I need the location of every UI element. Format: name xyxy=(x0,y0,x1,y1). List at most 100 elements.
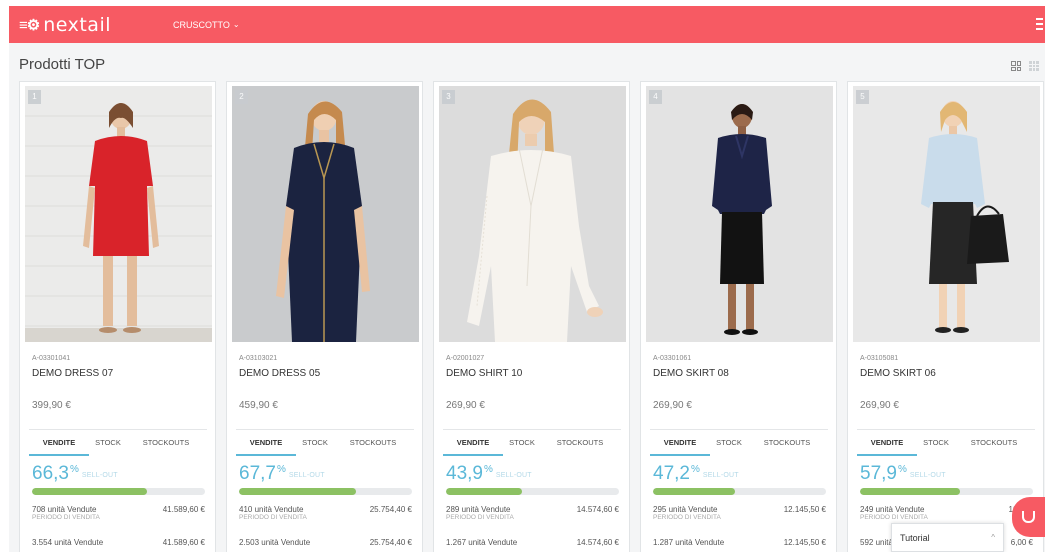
period-label: PERIODO DI VENDITA xyxy=(653,514,721,521)
tab-stockouts[interactable]: STOCKOUTS xyxy=(342,430,404,456)
units-sold-period: 708 unità Vendute xyxy=(32,505,97,514)
product-image[interactable]: 3 xyxy=(439,86,626,342)
sellout-progress-fill xyxy=(239,488,357,495)
units-sold-period: 249 unità Vendute xyxy=(860,505,925,514)
product-name[interactable]: DEMO DRESS 07 xyxy=(32,368,113,379)
view-toggle xyxy=(1011,61,1039,71)
sellout-value: 66,3 xyxy=(32,463,69,484)
revenue-total: 41.589,60 € xyxy=(162,538,205,547)
sellout-percent-sign: % xyxy=(483,464,493,475)
product-image[interactable]: 5 xyxy=(853,86,1040,342)
product-card[interactable]: 4 A-03301061 DEMO SKIRT 08 269,90 € VEND… xyxy=(640,81,837,552)
product-name[interactable]: DEMO DRESS 05 xyxy=(239,368,320,379)
product-price: 269,90 € xyxy=(446,400,485,411)
product-name[interactable]: DEMO SHIRT 10 xyxy=(446,368,522,379)
product-price: 399,90 € xyxy=(32,400,71,411)
product-sku: A-03103021 xyxy=(239,355,278,362)
units-sold-total: 1.287 unità Vendute xyxy=(653,538,725,547)
product-price: 459,90 € xyxy=(239,400,278,411)
sellout-metric: 57,9 % SELL-OUT xyxy=(860,464,946,484)
revenue-period: 12.145,50 € xyxy=(783,505,826,514)
tab-stockouts[interactable]: STOCKOUTS xyxy=(756,430,818,456)
sellout-progress-bar xyxy=(446,488,619,495)
metric-tabs: VENDITE STOCK STOCKOUTS xyxy=(857,429,1035,456)
revenue-total: 14.574,60 € xyxy=(576,538,619,547)
product-sku: A-03105081 xyxy=(860,355,899,362)
rank-badge: 3 xyxy=(442,90,455,104)
units-sold-total: 3.554 unità Vendute xyxy=(32,538,104,547)
hamburger-menu-icon[interactable] xyxy=(1036,18,1043,30)
rank-badge: 1 xyxy=(28,90,41,104)
tab-stock[interactable]: STOCK xyxy=(503,430,541,456)
tab-stock[interactable]: STOCK xyxy=(89,430,127,456)
units-sold-total: 592 unità xyxy=(860,538,893,547)
tab-stockouts[interactable]: STOCKOUTS xyxy=(549,430,611,456)
metric-tabs: VENDITE STOCK STOCKOUTS xyxy=(650,429,828,456)
sellout-percent-sign: % xyxy=(276,464,286,475)
rank-badge: 5 xyxy=(856,90,869,104)
sellout-percent-sign: % xyxy=(69,464,79,475)
logo[interactable]: ≡⚙ nextail xyxy=(19,14,111,36)
tab-stockouts[interactable]: STOCKOUTS xyxy=(963,430,1025,456)
revenue-total: 12.145,50 € xyxy=(783,538,826,547)
tab-stock[interactable]: STOCK xyxy=(917,430,955,456)
chat-icon xyxy=(1022,511,1035,523)
tab-stock[interactable]: STOCK xyxy=(710,430,748,456)
product-card[interactable]: 1 A-03301041 DEMO DRESS 07 399,90 € VEND… xyxy=(19,81,216,552)
sellout-progress-fill xyxy=(446,488,522,495)
product-card[interactable]: 5 A-03105081 DEMO SKIRT 06 269,90 € VEND… xyxy=(847,81,1044,552)
sellout-percent-sign: % xyxy=(690,464,700,475)
tab-vendite[interactable]: VENDITE xyxy=(443,430,503,456)
sellout-label: SELL-OUT xyxy=(495,472,532,479)
tab-stock[interactable]: STOCK xyxy=(296,430,334,456)
chevron-up-icon: ^ xyxy=(991,533,995,542)
grid-view-icon[interactable] xyxy=(1011,61,1021,71)
product-cards: 1 A-03301041 DEMO DRESS 07 399,90 € VEND… xyxy=(19,81,1044,552)
product-image[interactable]: 4 xyxy=(646,86,833,342)
product-image[interactable]: 2 xyxy=(232,86,419,342)
sellout-progress-fill xyxy=(32,488,147,495)
period-label: PERIODO DI VENDITA xyxy=(860,514,928,521)
cruscotto-label: CRUSCOTTO xyxy=(173,19,230,30)
metric-tabs: VENDITE STOCK STOCKOUTS xyxy=(443,429,621,456)
product-card[interactable]: 2 A-03103021 DEMO DRESS 05 459,90 € VEND… xyxy=(226,81,423,552)
chat-button[interactable] xyxy=(1012,497,1045,537)
tab-vendite[interactable]: VENDITE xyxy=(236,430,296,456)
tab-vendite[interactable]: VENDITE xyxy=(857,430,917,456)
period-label: PERIODO DI VENDITA xyxy=(239,514,307,521)
metric-tabs: VENDITE STOCK STOCKOUTS xyxy=(236,429,414,456)
metric-tabs: VENDITE STOCK STOCKOUTS xyxy=(29,429,207,456)
units-sold-total: 2.503 unità Vendute xyxy=(239,538,311,547)
revenue-period: 25.754,40 € xyxy=(369,505,412,514)
period-label: PERIODO DI VENDITA xyxy=(32,514,100,521)
tutorial-label: Tutorial xyxy=(900,532,930,543)
period-label: PERIODO DI VENDITA xyxy=(446,514,514,521)
cruscotto-menu[interactable]: CRUSCOTTO ⌄ xyxy=(173,20,240,30)
product-name[interactable]: DEMO SKIRT 08 xyxy=(653,368,729,379)
product-card[interactable]: 3 A-02001027 DEMO SHIRT 10 269,90 € VEND… xyxy=(433,81,630,552)
sellout-progress-fill xyxy=(860,488,961,495)
units-sold-period: 295 unità Vendute xyxy=(653,505,718,514)
sellout-metric: 47,2 % SELL-OUT xyxy=(653,464,739,484)
sellout-label: SELL-OUT xyxy=(81,472,118,479)
product-name[interactable]: DEMO SKIRT 06 xyxy=(860,368,936,379)
tab-vendite[interactable]: VENDITE xyxy=(29,430,89,456)
tab-vendite[interactable]: VENDITE xyxy=(650,430,710,456)
tutorial-dropdown[interactable]: Tutorial ^ xyxy=(891,523,1004,552)
product-image[interactable]: 1 xyxy=(25,86,212,342)
sellout-label: SELL-OUT xyxy=(702,472,739,479)
sellout-progress-fill xyxy=(653,488,735,495)
rank-badge: 2 xyxy=(235,90,248,104)
table-view-icon[interactable] xyxy=(1029,61,1039,71)
sellout-value: 67,7 xyxy=(239,463,276,484)
revenue-period: 41.589,60 € xyxy=(162,505,205,514)
tab-stockouts[interactable]: STOCKOUTS xyxy=(135,430,197,456)
product-sku: A-03301041 xyxy=(32,355,71,362)
sellout-progress-bar xyxy=(653,488,826,495)
product-price: 269,90 € xyxy=(860,400,899,411)
sellout-progress-bar xyxy=(32,488,205,495)
sellout-metric: 43,9 % SELL-OUT xyxy=(446,464,532,484)
sellout-metric: 66,3 % SELL-OUT xyxy=(32,464,118,484)
revenue-total: 25.754,40 € xyxy=(369,538,412,547)
product-sku: A-02001027 xyxy=(446,355,485,362)
